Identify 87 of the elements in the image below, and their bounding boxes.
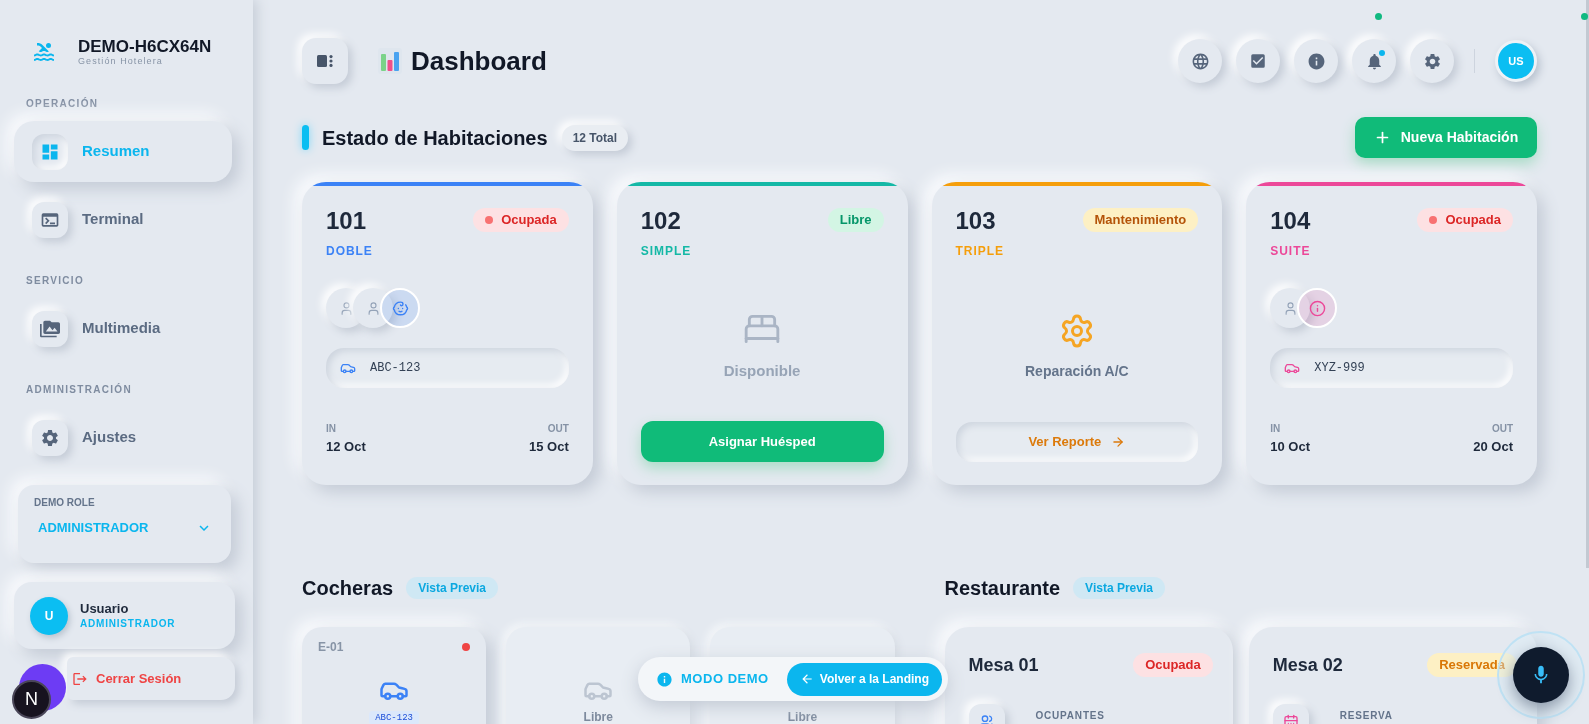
spot-status: Libre: [583, 710, 613, 724]
status-badge: Mantenimiento: [1082, 208, 1199, 232]
section-label: SERVICIO: [26, 275, 84, 287]
room-type: DOBLE: [326, 245, 373, 258]
panel-icon: [317, 55, 333, 67]
user-avatar-button[interactable]: US: [1495, 40, 1537, 82]
assign-guest-button[interactable]: Asignar Huésped: [640, 421, 884, 462]
role-select[interactable]: ADMINISTRADOR: [34, 516, 215, 540]
settings-button[interactable]: [1410, 39, 1454, 83]
plate-badge: ABC-123: [369, 711, 419, 724]
section-label: ADMINISTRACIÓN: [26, 384, 132, 396]
info-icon: [1297, 288, 1338, 328]
terminal-icon: [32, 201, 68, 238]
spot-status: Libre: [787, 710, 818, 724]
settings-icon: [32, 419, 68, 456]
status-badge: Reservada: [1427, 653, 1517, 677]
back-to-landing-button[interactable]: Volver a la Landing: [786, 662, 942, 696]
info-icon: [656, 670, 673, 688]
table-name: Mesa 02: [1272, 654, 1343, 676]
room-number: 101: [326, 208, 367, 234]
user-avatar: U: [30, 596, 68, 635]
role-select-label: DEMO ROLE: [34, 497, 95, 509]
section-title: Restaurante: [944, 576, 1061, 600]
date-value: 12 Oct: [326, 439, 366, 455]
spot-label: E-01: [318, 640, 344, 654]
photo-folder-icon: [32, 310, 68, 347]
new-room-button[interactable]: Nueva Habitación: [1355, 117, 1537, 158]
detail-label: OCUPANTES: [1035, 709, 1105, 722]
status-badge: Libre: [827, 208, 884, 232]
room-number: 104: [1270, 208, 1311, 234]
date-label: OUT: [547, 423, 569, 435]
preview-badge: Vista Previa: [1073, 577, 1165, 599]
microphone-button[interactable]: [1513, 647, 1569, 703]
nav-item[interactable]: Ajustes: [14, 407, 232, 468]
settings-icon: [1422, 51, 1442, 71]
info-icon: [1306, 51, 1326, 71]
plate-number: XYZ-999: [1314, 360, 1365, 377]
view-report-button[interactable]: Ver Reporte: [955, 422, 1199, 462]
maintenance-text: Reparación A/C: [1025, 361, 1129, 381]
notifications-button[interactable]: [1352, 39, 1396, 83]
availability-text: Disponible: [723, 361, 801, 382]
room-number: 102: [640, 208, 681, 234]
room-type: TRIPLE: [955, 245, 1004, 258]
demo-mode-label: MODO DEMO: [681, 670, 769, 689]
date-label: OUT: [1491, 423, 1513, 435]
logout-button[interactable]: Cerrar Sesión: [67, 657, 235, 700]
tasks-button[interactable]: [1236, 39, 1280, 83]
date-value: 15 Oct: [529, 439, 569, 455]
section-marker-icon: [302, 125, 309, 150]
sidebar-toggle-button[interactable]: [302, 38, 348, 84]
brand-subtitle: Gestión Hotelera: [78, 56, 163, 66]
nav-item[interactable]: Terminal: [14, 189, 232, 250]
count-badge: 12 Total: [561, 124, 629, 151]
date-label: IN: [1270, 423, 1281, 435]
plate-number: ABC-123: [370, 360, 421, 377]
checkbox-icon: [1249, 52, 1267, 70]
brand-name: DEMO-H6CX64N: [78, 37, 212, 56]
scrollbar-thumb[interactable]: [1586, 0, 1589, 568]
nav-item[interactable]: Resumen: [14, 121, 232, 182]
nav-item[interactable]: Multimedia: [14, 298, 232, 359]
room-type: SUITE: [1270, 245, 1311, 258]
preview-badge: Vista Previa: [406, 577, 498, 599]
dashboard-icon: [32, 133, 68, 170]
section-title: Estado de Habitaciones: [322, 125, 548, 150]
user-role: ADMINISTRADOR: [80, 617, 176, 630]
status-badge: Ocupada: [1133, 653, 1213, 677]
user-name: Usuario: [80, 601, 129, 617]
date-label: IN: [326, 423, 336, 435]
room-type: SIMPLE: [640, 245, 692, 258]
person-icon: [1270, 288, 1311, 328]
detail-label: RESERVA: [1339, 709, 1393, 722]
room-number: 103: [955, 208, 996, 234]
info-button[interactable]: [1294, 39, 1338, 83]
baby-face-icon: [380, 288, 420, 328]
table-name: Mesa 01: [968, 654, 1039, 676]
person-icon: [353, 288, 393, 328]
arrow-right-icon: [1111, 435, 1126, 449]
section-label: OPERACIÓN: [26, 98, 99, 110]
language-button[interactable]: [1178, 39, 1222, 83]
globe-icon: [1190, 51, 1210, 71]
date-value: 10 Oct: [1270, 439, 1310, 455]
section-title: Cocheras: [302, 576, 394, 600]
status-label: Ocupada: [501, 212, 557, 228]
date-value: 20 Oct: [1473, 439, 1513, 455]
status-label: Ocupada: [1445, 212, 1501, 228]
logout-icon: [72, 670, 88, 687]
page-title: Dashboard: [411, 46, 547, 76]
